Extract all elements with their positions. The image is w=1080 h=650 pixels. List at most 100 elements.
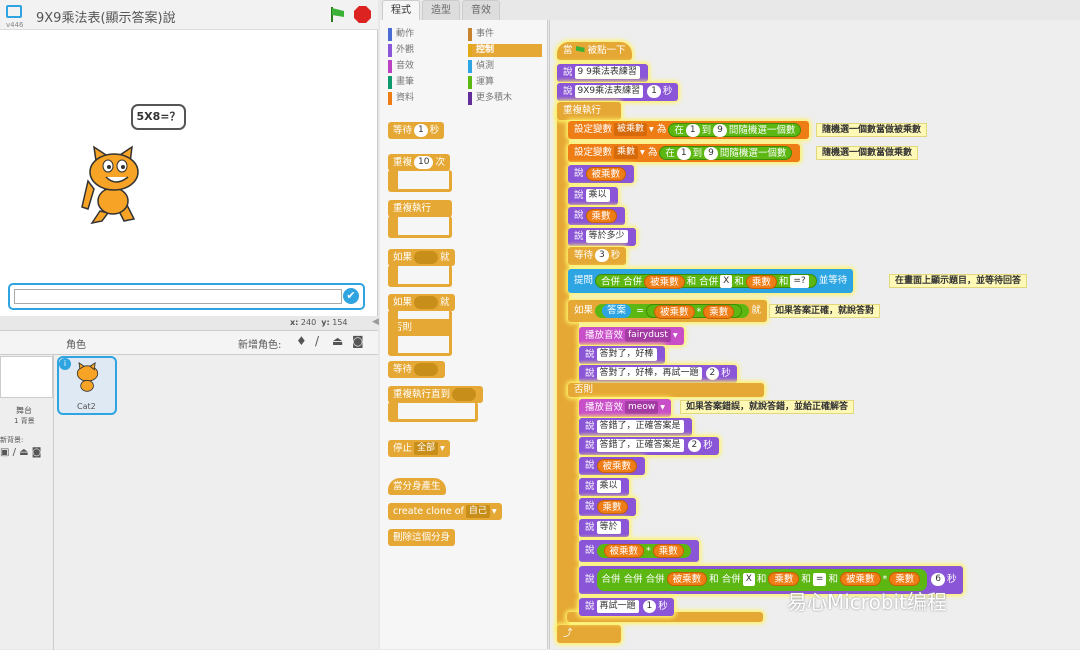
say-block[interactable]: 說乘數	[579, 498, 636, 516]
say-block[interactable]: 說被乘數	[568, 165, 635, 183]
say-for-secs-block[interactable]: 說再試一題 1 秒	[579, 598, 674, 616]
palette-wait-block[interactable]: 等待 1 秒	[388, 122, 445, 139]
say-block[interactable]: 說等於多少	[568, 228, 636, 246]
category-looks[interactable]: 外觀	[388, 44, 462, 57]
number-input[interactable]: 9	[704, 146, 718, 160]
palette-wait-until-block[interactable]: 等待	[388, 361, 446, 378]
variable-reporter[interactable]: 乘數	[652, 543, 684, 558]
variable-reporter[interactable]: 被乘數	[654, 304, 695, 319]
palette-clone-start-block[interactable]: 當分身產生	[388, 478, 446, 495]
say-input[interactable]: 9X9乘法表練習	[574, 85, 644, 98]
comment-4[interactable]: 如果答案正確，就說答對	[769, 304, 881, 318]
green-flag-icon[interactable]	[329, 6, 346, 23]
category-motion[interactable]: 動作	[388, 28, 462, 41]
equals-block[interactable]: 答案 = 被乘數 * 乘數	[595, 303, 750, 319]
variable-reporter[interactable]: 乘數	[745, 274, 777, 289]
say-for-secs-block[interactable]: 說答對了，好棒，再試一題 2 秒	[579, 365, 737, 383]
variable-reporter[interactable]: 被乘數	[666, 572, 708, 586]
category-sound[interactable]: 音效	[388, 60, 462, 73]
comment-3[interactable]: 在畫面上顯示題目，並等待回答	[889, 274, 1028, 288]
variable-reporter[interactable]: 被乘數	[839, 572, 881, 586]
palette-if-else-block[interactable]: 如果 就	[388, 294, 455, 311]
fullscreen-icon[interactable]	[6, 5, 22, 18]
comment-5[interactable]: 如果答案錯誤，就說答錯，並給正確解答	[680, 400, 855, 414]
say-block[interactable]: 說乘以	[579, 478, 629, 496]
play-sound-block[interactable]: 播放音效 meow ▾	[579, 399, 671, 417]
multiply-block[interactable]: 被乘數 * 乘數	[596, 543, 691, 558]
variable-reporter[interactable]: 乘數	[889, 572, 921, 586]
palette-repeat-until-block[interactable]: 重複執行直到	[388, 386, 484, 403]
say-input[interactable]: 乘以	[585, 189, 610, 202]
upload-icon[interactable]: ⏏	[332, 334, 343, 348]
wait-input[interactable]: 3	[595, 249, 609, 262]
say-input[interactable]: 答錯了，正確答案是	[596, 439, 684, 452]
category-data[interactable]: 資料	[388, 92, 462, 105]
sound-dropdown[interactable]: meow	[625, 401, 659, 414]
say-for-secs-block[interactable]: 說答錯了，正確答案是 2 秒	[579, 437, 719, 455]
category-control[interactable]: 控制	[468, 44, 542, 57]
variable-reporter[interactable]: 被乘數	[585, 166, 627, 181]
condition-slot[interactable]	[452, 388, 477, 401]
sprite-library-icon[interactable]: ♦	[296, 334, 307, 348]
random-block[interactable]: 在 1 到 9 間隨機選一個數	[659, 145, 793, 160]
category-more-blocks[interactable]: 更多積木	[468, 92, 542, 105]
clone-dropdown[interactable]: 自己	[465, 505, 490, 518]
say-input[interactable]: 答錯了，正確答案是	[596, 420, 684, 433]
variable-reporter[interactable]: 被乘數	[603, 543, 645, 558]
stop-dropdown[interactable]: 全部	[414, 442, 439, 455]
backdrop-tools-icon[interactable]: ▣ / ⏏ ◙	[0, 447, 42, 458]
say-block[interactable]: 說9 9乘法表練習	[557, 64, 648, 82]
set-var-block[interactable]: 設定變數 被乘數 ▾ 為在 1 到 9 間隨機選一個數	[568, 121, 810, 139]
play-sound-block[interactable]: 播放音效 fairydust ▾	[579, 327, 684, 345]
say-block[interactable]: 說答錯了，正確答案是	[579, 418, 692, 436]
say-input[interactable]: 9 9乘法表練習	[574, 66, 640, 79]
var-dropdown[interactable]: 乘數	[614, 146, 639, 159]
if-else-block[interactable]: 如果 答案 = 被乘數 * 乘數就	[568, 300, 767, 322]
random-block[interactable]: 在 1 到 9 間隨機選一個數	[668, 122, 802, 137]
stage-thumbnail[interactable]	[0, 356, 53, 398]
number-input[interactable]: 1	[676, 146, 691, 160]
say-block[interactable]: 說乘以	[568, 187, 618, 205]
secs-input[interactable]: 2	[687, 439, 702, 452]
camera-icon[interactable]: ◙	[352, 334, 364, 348]
say-for-secs-block[interactable]: 說 9X9乘法表練習 1 秒	[557, 83, 679, 101]
variable-reporter[interactable]: 被乘數	[644, 274, 685, 289]
category-sensing[interactable]: 偵測	[468, 60, 542, 73]
palette-if-block[interactable]: 如果 就	[388, 249, 455, 266]
say-input[interactable]: 再試一題	[596, 600, 639, 613]
variable-reporter[interactable]: 乘數	[703, 304, 735, 319]
category-pen[interactable]: 畫筆	[388, 76, 462, 89]
say-block[interactable]: 說答對了，好棒	[579, 346, 665, 364]
stop-icon[interactable]	[354, 6, 371, 23]
condition-slot[interactable]	[414, 251, 439, 264]
condition-slot[interactable]	[414, 296, 439, 309]
say-input[interactable]: 等於	[596, 521, 621, 534]
variable-reporter[interactable]: 被乘數	[596, 458, 638, 473]
tab-costumes[interactable]: 造型	[422, 0, 460, 20]
paint-icon[interactable]: /	[315, 334, 319, 348]
category-operators[interactable]: 運算	[468, 76, 542, 89]
set-var-block[interactable]: 設定變數 乘數 ▾ 為在 1 到 9 間隨機選一個數	[568, 144, 801, 162]
number-input[interactable]: 9	[713, 123, 727, 137]
number-input[interactable]: 1	[685, 123, 700, 137]
palette-repeat-block[interactable]: 重複 10 次	[388, 154, 450, 171]
sound-dropdown[interactable]: fairydust	[625, 329, 671, 342]
when-flag-clicked-block[interactable]: 當 被點一下	[557, 42, 632, 60]
wait-input[interactable]: 1	[414, 124, 428, 137]
say-input[interactable]: 等於多少	[585, 230, 628, 243]
text-input[interactable]: X	[720, 275, 733, 288]
condition-slot[interactable]	[414, 363, 439, 376]
say-block[interactable]: 說被乘數 * 乘數	[579, 540, 699, 562]
palette-create-clone-block[interactable]: create clone of 自己 ▾	[388, 503, 502, 520]
say-input[interactable]: 乘以	[596, 480, 621, 493]
secs-input[interactable]: 1	[642, 600, 657, 613]
text-input[interactable]: X	[742, 572, 755, 586]
secs-input[interactable]: 1	[647, 85, 661, 98]
variable-reporter[interactable]: 乘數	[768, 572, 800, 586]
collapse-arrow-icon[interactable]: ◀	[372, 317, 379, 327]
check-icon[interactable]: ✔	[343, 288, 359, 304]
secs-input[interactable]: 6	[931, 573, 945, 586]
say-input[interactable]: 答對了，好棒，再試一題	[596, 367, 702, 380]
info-icon[interactable]: i	[59, 358, 71, 370]
ask-and-wait-block[interactable]: 提問 合併 合併 被乘數和 合併 X 和乘數和 =? 並等待	[568, 269, 854, 293]
